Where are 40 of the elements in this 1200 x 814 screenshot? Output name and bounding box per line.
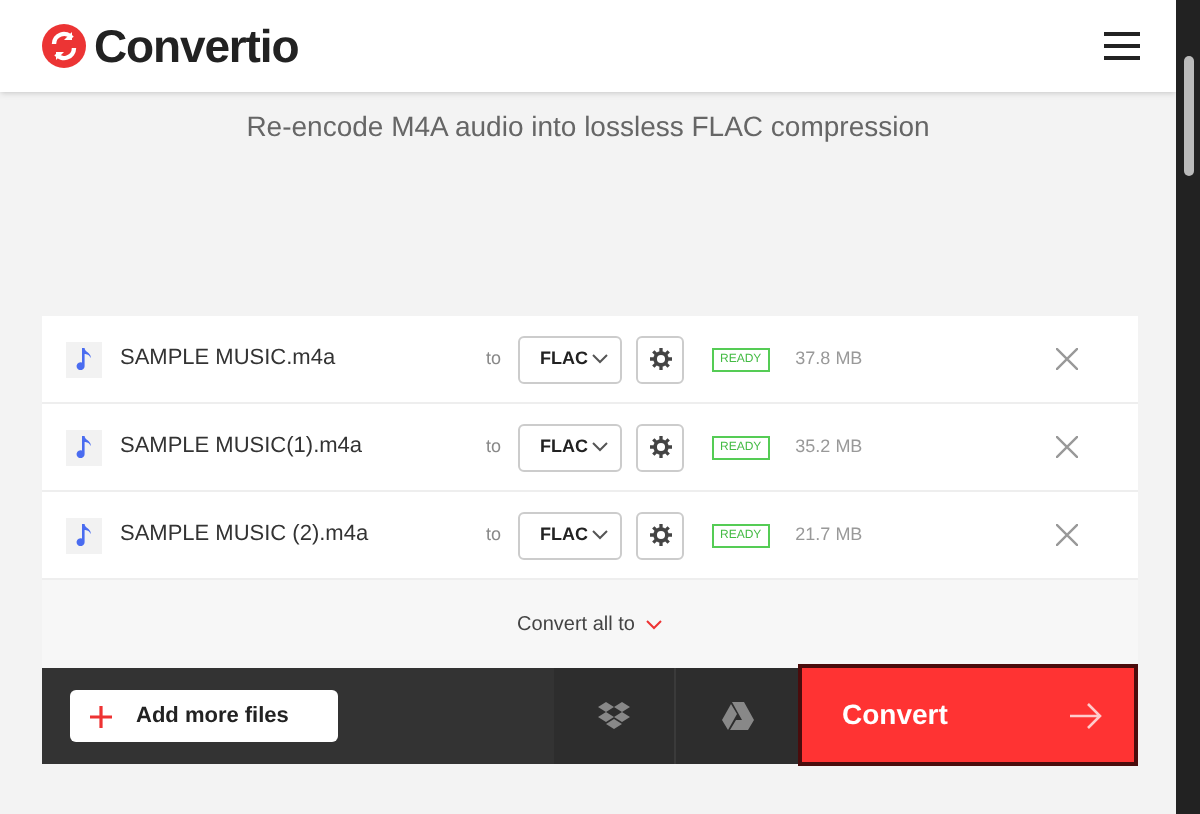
settings-button[interactable]: [636, 423, 684, 471]
convert-all-dropdown[interactable]: Convert all to: [517, 609, 663, 639]
plus-icon: [90, 705, 112, 727]
chevron-down-icon: [646, 619, 663, 629]
file-name: SAMPLE MUSIC(1).m4a: [120, 432, 365, 463]
settings-icon: [649, 436, 671, 458]
close-icon[interactable]: [1055, 524, 1078, 546]
to-label: to: [486, 521, 504, 548]
drive-icon[interactable]: [721, 702, 753, 730]
menu-icon[interactable]: [1104, 32, 1140, 60]
logo-icon: [42, 24, 86, 68]
settings-button[interactable]: [636, 511, 684, 559]
to-label: to: [486, 345, 504, 372]
file-size: 37.8 MB: [795, 345, 865, 372]
scrollbar[interactable]: [1176, 0, 1200, 814]
format-dropdown[interactable]: FLAC: [518, 511, 622, 559]
settings-icon: [649, 524, 671, 546]
file-name: SAMPLE MUSIC.m4a: [120, 344, 338, 375]
chevron-down-icon: [592, 530, 608, 540]
close-icon[interactable]: [1055, 348, 1078, 370]
file-size: 21.7 MB: [795, 521, 865, 548]
add-files-button[interactable]: Add more files: [70, 690, 338, 742]
file-type-icon: [66, 517, 102, 553]
file-type-icon: [66, 341, 102, 377]
logo-text[interactable]: Convertio: [94, 11, 299, 81]
chevron-down-icon: [592, 354, 608, 364]
convert-button[interactable]: Convert: [798, 664, 1138, 766]
dropbox-icon[interactable]: [598, 702, 630, 730]
chevron-down-icon: [592, 442, 608, 452]
format-dropdown[interactable]: FLAC: [518, 335, 622, 383]
settings-button[interactable]: [636, 335, 684, 383]
close-icon[interactable]: [1055, 436, 1078, 458]
file-name: SAMPLE MUSIC (2).m4a: [120, 520, 371, 551]
subtitle: Re-encode M4A audio into lossless FLAC compression: [246, 108, 930, 146]
settings-icon: [649, 348, 671, 370]
file-type-icon: [66, 429, 102, 465]
file-size: 35.2 MB: [795, 433, 865, 460]
arrow-right-icon: [1070, 701, 1102, 729]
format-dropdown[interactable]: FLAC: [518, 423, 622, 471]
to-label: to: [486, 433, 504, 460]
